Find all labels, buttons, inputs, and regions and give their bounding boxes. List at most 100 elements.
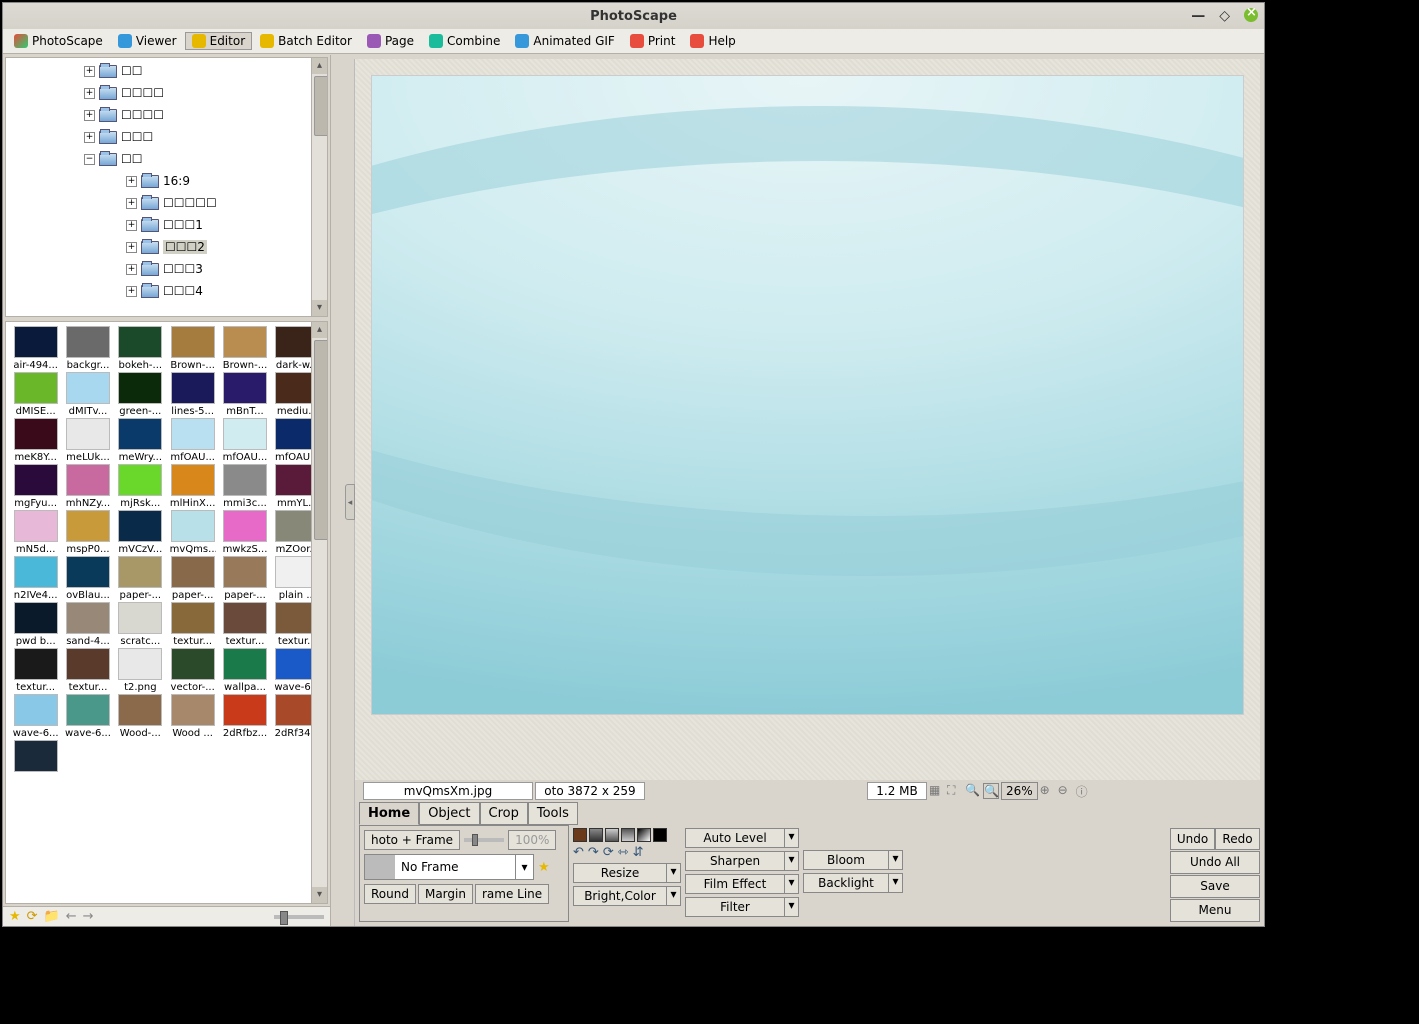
thumbnail-item[interactable]: scratc... <box>115 602 166 647</box>
minimize-button[interactable]: — <box>1191 8 1205 24</box>
thumbnail-item[interactable]: Wood ... <box>167 694 218 739</box>
thumbnail-item[interactable]: paper-... <box>115 556 166 601</box>
round-button[interactable]: Round <box>364 884 416 904</box>
toolbar-batch-editor[interactable]: Batch Editor <box>253 32 359 50</box>
scroll-up-icon[interactable]: ▴ <box>312 58 327 74</box>
toolbar-page[interactable]: Page <box>360 32 421 50</box>
checker-icon[interactable]: ▦ <box>929 783 945 799</box>
toolbar-help[interactable]: Help <box>683 32 742 50</box>
undo-all-button[interactable]: Undo All <box>1170 851 1260 874</box>
folder-icon[interactable]: 📁 <box>44 909 60 924</box>
expander-icon[interactable]: + <box>126 242 137 253</box>
frame-select[interactable]: No Frame ▾ <box>364 854 534 880</box>
thumbnail-item[interactable]: paper-... <box>167 556 218 601</box>
thumbnail-item[interactable]: meK8Y... <box>10 418 61 463</box>
thumbnail-item[interactable]: mspP0... <box>62 510 113 555</box>
thumbnail-item[interactable]: textur... <box>10 648 61 693</box>
tab-crop[interactable]: Crop <box>480 802 528 825</box>
thumbnail-item[interactable]: green-... <box>115 372 166 417</box>
tree-scrollbar[interactable]: ▴ ▾ <box>311 58 327 316</box>
thumbnail-item[interactable]: bokeh-... <box>115 326 166 371</box>
thumbnail-item[interactable]: textur... <box>62 648 113 693</box>
thumbnail-item[interactable]: meWry... <box>115 418 166 463</box>
toolbar-viewer[interactable]: Viewer <box>111 32 184 50</box>
thumbnail-item[interactable]: paper-... <box>219 556 270 601</box>
gradient-swatches[interactable] <box>573 828 681 842</box>
film-effect-button[interactable]: Film Effect▾ <box>685 874 799 894</box>
thumbnail-item[interactable]: mfOAU... <box>167 418 218 463</box>
toolbar-editor[interactable]: Editor <box>185 32 253 50</box>
undo-button[interactable]: Undo <box>1170 828 1215 850</box>
thumbnail-item[interactable]: ovBlau... <box>62 556 113 601</box>
save-button[interactable]: Save <box>1170 875 1260 898</box>
star-icon[interactable]: ★ <box>9 909 21 924</box>
sharpen-button[interactable]: Sharpen▾ <box>685 851 799 871</box>
tree-item[interactable]: +☐☐☐4 <box>24 280 327 302</box>
thumbnail-gallery[interactable]: air-494...backgr...bokeh-...Brown-...Bro… <box>5 321 328 904</box>
expander-icon[interactable]: + <box>126 264 137 275</box>
bright-color-button[interactable]: Bright,Color▾ <box>573 886 681 906</box>
flip-h-icon[interactable]: ⇿ <box>618 845 629 860</box>
refresh-icon[interactable]: ⟳ <box>27 909 38 924</box>
resize-button[interactable]: Resize▾ <box>573 863 681 883</box>
zoom-out-icon[interactable]: ⊖ <box>1058 783 1074 799</box>
expander-icon[interactable]: + <box>126 176 137 187</box>
thumbnail-item[interactable]: mhNZy... <box>62 464 113 509</box>
tree-item[interactable]: +☐☐☐☐ <box>24 82 327 104</box>
thumbnail-item[interactable]: air-494... <box>10 326 61 371</box>
info-icon[interactable]: ⓘ <box>1076 783 1092 799</box>
tree-item[interactable]: −☐☐ <box>24 148 327 170</box>
tab-tools[interactable]: Tools <box>528 802 578 825</box>
thumbnail-item[interactable]: mvQms... <box>167 510 218 555</box>
bloom-button[interactable]: Bloom▾ <box>803 850 903 870</box>
thumbnail-item[interactable]: Wood-... <box>115 694 166 739</box>
thumbnail-item[interactable]: textur... <box>219 602 270 647</box>
toolbar-animated-gif[interactable]: Animated GIF <box>508 32 621 50</box>
expander-icon[interactable]: − <box>84 154 95 165</box>
rotate-right-icon[interactable]: ↷ <box>588 845 599 860</box>
forward-icon[interactable]: → <box>83 909 94 924</box>
tree-item[interactable]: +☐☐☐2 <box>24 236 327 258</box>
thumbnail-item[interactable]: wave-6... <box>62 694 113 739</box>
thumbnail-item[interactable]: 2dRfbz... <box>219 694 270 739</box>
thumbnail-item[interactable]: dMISE... <box>10 372 61 417</box>
tab-object[interactable]: Object <box>419 802 479 825</box>
thumbnail-item[interactable]: Brown-... <box>219 326 270 371</box>
thumbnail-item[interactable]: mgFyu... <box>10 464 61 509</box>
expander-icon[interactable]: + <box>84 88 95 99</box>
thumbnail-item[interactable]: meLUk... <box>62 418 113 463</box>
tree-item[interactable]: +☐☐☐3 <box>24 258 327 280</box>
scroll-thumb[interactable] <box>314 76 328 136</box>
thumbnail-item[interactable]: n2IVe4... <box>10 556 61 601</box>
thumbnail-item[interactable]: mlHinX... <box>167 464 218 509</box>
toolbar-print[interactable]: Print <box>623 32 683 50</box>
tree-item[interactable]: +☐☐ <box>24 60 327 82</box>
thumbnail-item[interactable]: wallpa... <box>219 648 270 693</box>
expander-icon[interactable]: + <box>126 220 137 231</box>
expander-icon[interactable]: + <box>126 286 137 297</box>
thumbnail-item[interactable]: backgr... <box>62 326 113 371</box>
thumbnail-item[interactable]: mBnT... <box>219 372 270 417</box>
tree-item[interactable]: +☐☐☐1 <box>24 214 327 236</box>
star-icon[interactable]: ★ <box>538 860 550 875</box>
thumbnail-item[interactable]: textur... <box>167 602 218 647</box>
scroll-thumb[interactable] <box>314 340 328 540</box>
zoom-actual-icon[interactable]: 🔍 <box>965 783 981 799</box>
thumbnail-item[interactable]: mwkzS... <box>219 510 270 555</box>
back-icon[interactable]: ← <box>66 909 77 924</box>
expander-icon[interactable]: + <box>84 110 95 121</box>
tab-home[interactable]: Home <box>359 802 419 825</box>
close-button[interactable] <box>1244 8 1258 22</box>
thumbnail-item[interactable]: t2.png <box>115 648 166 693</box>
thumbnail-item[interactable]: mVCzV... <box>115 510 166 555</box>
thumbnail-item[interactable]: lines-5... <box>167 372 218 417</box>
chevron-down-icon[interactable]: ▾ <box>515 855 533 879</box>
gallery-scrollbar[interactable]: ▴ ▾ <box>311 322 327 903</box>
photo-frame-button[interactable]: hoto + Frame <box>364 830 460 850</box>
thumbnail-item[interactable]: mN5d... <box>10 510 61 555</box>
thumbnail-item[interactable] <box>10 740 61 774</box>
thumbnail-item[interactable]: Brown-... <box>167 326 218 371</box>
thumbnail-item[interactable]: sand-4... <box>62 602 113 647</box>
auto-level-button[interactable]: Auto Level▾ <box>685 828 799 848</box>
expander-icon[interactable]: + <box>84 132 95 143</box>
